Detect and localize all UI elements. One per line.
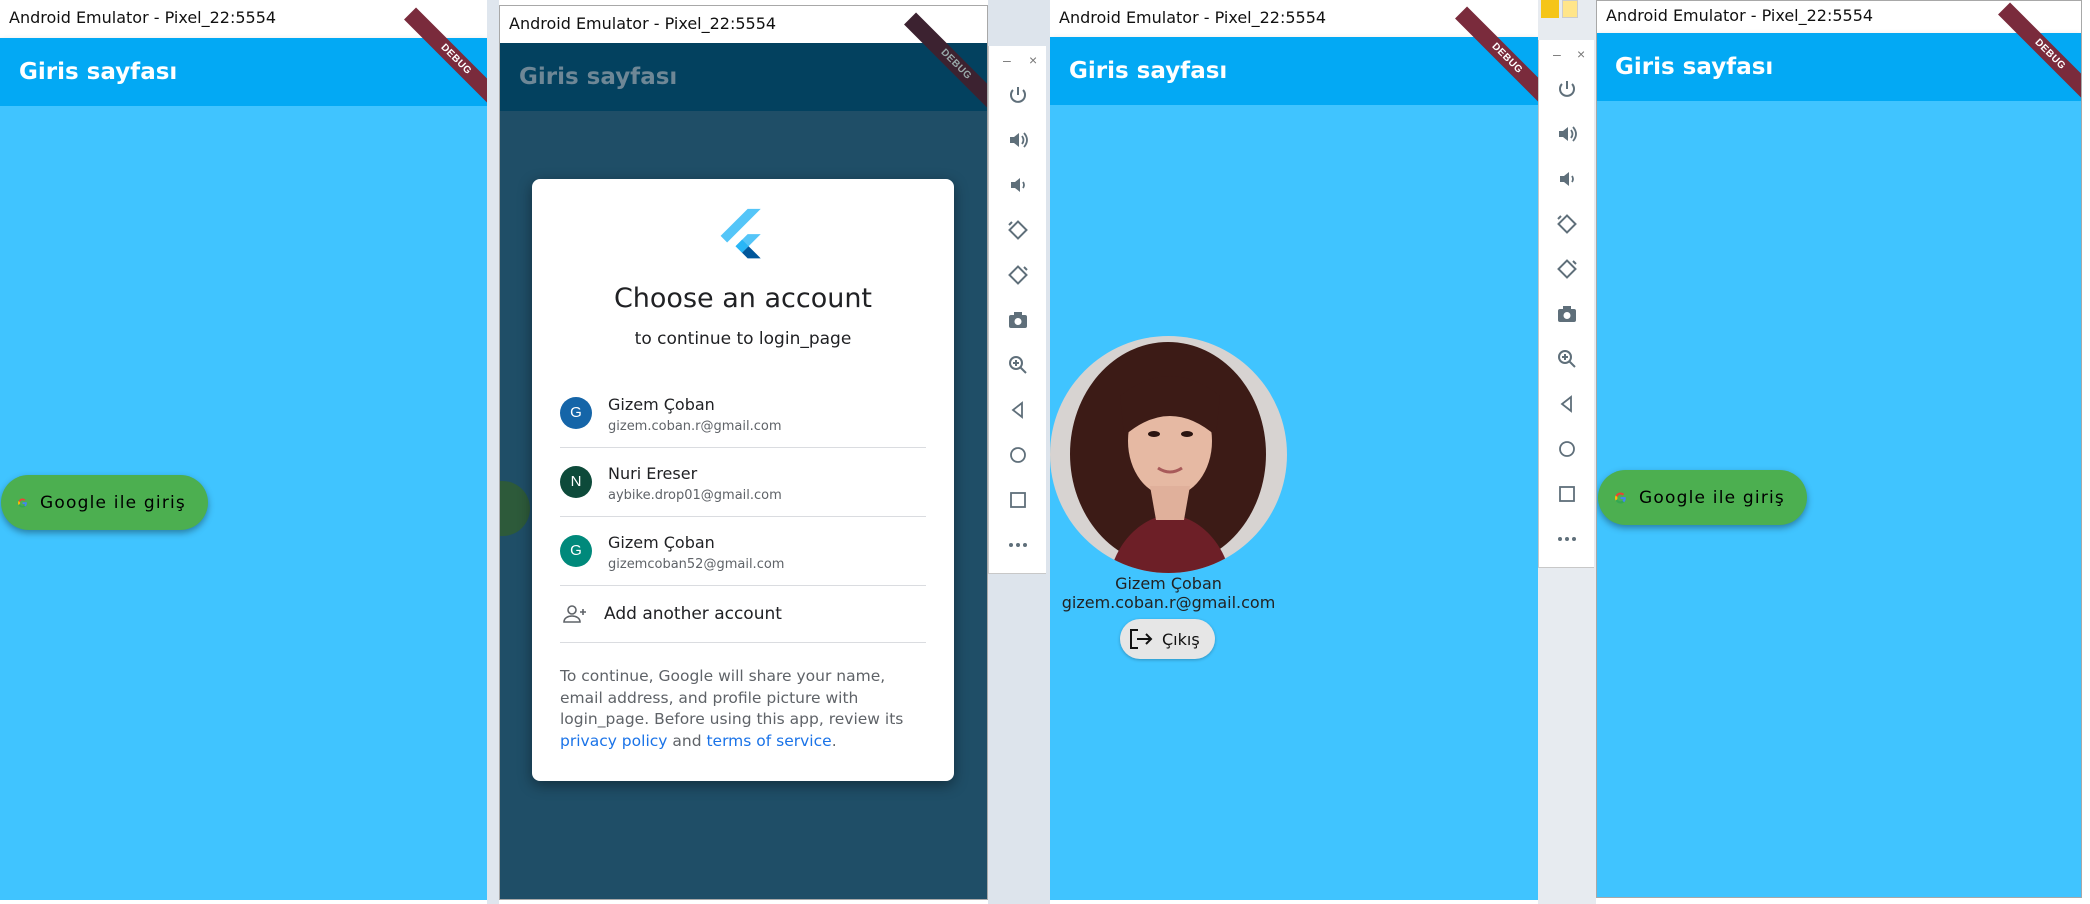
google-sign-in-button[interactable]: Google ile giriş [1, 475, 208, 530]
account-item[interactable]: G Gizem Çoban gizem.coban.r@gmail.com [560, 379, 926, 448]
app-bar: Giris sayfası DEBUG [1597, 2, 2081, 107]
logout-button[interactable]: Çıkış [1120, 619, 1215, 659]
account-email: gizem.coban.r@gmail.com [608, 419, 782, 434]
account-email: aybike.drop01@gmail.com [608, 488, 782, 503]
app-bar: Giris sayfası DEBUG [1050, 6, 1538, 111]
logout-icon [1130, 629, 1153, 649]
google-icon [18, 497, 27, 508]
power-icon[interactable] [989, 80, 1046, 110]
notice-and: and [667, 731, 707, 750]
account-email: gizemcoban52@gmail.com [608, 557, 785, 572]
overview-icon[interactable] [1539, 479, 1594, 509]
camera-icon[interactable] [1539, 299, 1594, 329]
page-title: Giris sayfası [1615, 54, 1774, 80]
google-icon [1615, 491, 1626, 504]
account-chooser-dialog: Choose an account to continue to login_p… [532, 179, 954, 781]
account-name: Gizem Çoban [608, 395, 715, 414]
profile-photo [1050, 336, 1287, 573]
google-sign-in-label: Google ile giriş [40, 492, 186, 513]
account-item[interactable]: G Gizem Çoban gizemcoban52@gmail.com [560, 517, 926, 586]
zoom-icon[interactable] [989, 350, 1046, 380]
account-name: Gizem Çoban [608, 533, 715, 552]
profile-name: Gizem Çoban [1115, 574, 1222, 593]
dialog-subtitle: to continue to login_page [634, 329, 852, 349]
account-avatar: N [560, 466, 592, 498]
account-name: Nuri Ereser [608, 464, 698, 483]
minimize-icon[interactable]: – [1553, 46, 1561, 62]
add-account-label: Add another account [604, 604, 782, 624]
app-content: Google ile giriş [1597, 101, 2081, 897]
camera-icon[interactable] [989, 305, 1046, 335]
page-title: Giris sayfası [19, 59, 178, 85]
account-item[interactable]: N Nuri Ereser aybike.drop01@gmail.com [560, 448, 926, 517]
google-sign-in-button[interactable]: Google ile giriş [1598, 470, 1807, 525]
emulator-toolbar: – × [988, 46, 1046, 574]
emulator-window-4: Android Emulator - Pixel_22:5554 Giris s… [1596, 0, 2082, 898]
logout-label: Çıkış [1162, 629, 1200, 649]
desktop-thumbnail [1541, 0, 1593, 24]
power-icon[interactable] [1539, 74, 1594, 104]
home-icon[interactable] [989, 440, 1046, 470]
dimmed-google-button [500, 481, 530, 536]
close-icon[interactable]: × [1029, 52, 1037, 68]
notice-end: . [831, 731, 837, 750]
account-avatar: G [560, 535, 592, 567]
add-account-button[interactable]: Add another account [560, 586, 926, 643]
terms-of-service-link[interactable]: terms of service [706, 732, 831, 750]
volume-down-icon[interactable] [1539, 164, 1594, 194]
page-title: Giris sayfası [1069, 58, 1228, 84]
desktop-strip [487, 0, 499, 904]
emulator-window-1: Android Emulator - Pixel_22:5554 Giris s… [0, 0, 487, 900]
rotate-right-icon[interactable] [1539, 254, 1594, 284]
close-icon[interactable]: × [1577, 46, 1585, 62]
rotate-left-icon[interactable] [989, 215, 1046, 245]
app-content: Gizem Çoban gizem.coban.r@gmail.com Çıkı… [1050, 105, 1538, 900]
google-sign-in-label: Google ile giriş [1639, 487, 1785, 508]
volume-down-icon[interactable] [989, 170, 1046, 200]
back-icon[interactable] [1539, 389, 1594, 419]
app-bar: Giris sayfası DEBUG [0, 7, 487, 112]
profile-email: gizem.coban.r@gmail.com [1061, 593, 1276, 612]
overview-icon[interactable] [989, 485, 1046, 515]
consent-notice: To continue, Google will share your name… [560, 666, 932, 752]
app-bar: Giris sayfası DEBUG [500, 12, 987, 117]
privacy-policy-link[interactable]: privacy policy [560, 732, 667, 750]
rotate-left-icon[interactable] [1539, 209, 1594, 239]
emulator-window-3: Android Emulator - Pixel_22:5554 Giris s… [1050, 0, 1538, 900]
back-icon[interactable] [989, 395, 1046, 425]
notice-text: To continue, Google will share your name… [560, 667, 904, 728]
minimize-icon[interactable]: – [1003, 52, 1011, 68]
account-avatar: G [560, 397, 592, 429]
home-icon[interactable] [1539, 434, 1594, 464]
flutter-logo-icon [720, 208, 761, 259]
emulator-toolbar: – × [1538, 40, 1594, 568]
more-icon[interactable] [989, 530, 1046, 560]
zoom-icon[interactable] [1539, 344, 1594, 374]
volume-up-icon[interactable] [989, 125, 1046, 155]
add-person-icon [563, 605, 586, 623]
emulator-window-2: Android Emulator - Pixel_22:5554 Giris s… [499, 5, 988, 900]
rotate-right-icon[interactable] [989, 260, 1046, 290]
app-content: Google ile giriş [0, 106, 487, 900]
more-icon[interactable] [1539, 524, 1594, 554]
volume-up-icon[interactable] [1539, 119, 1594, 149]
page-title: Giris sayfası [519, 64, 678, 90]
dialog-title: Choose an account [613, 283, 873, 314]
